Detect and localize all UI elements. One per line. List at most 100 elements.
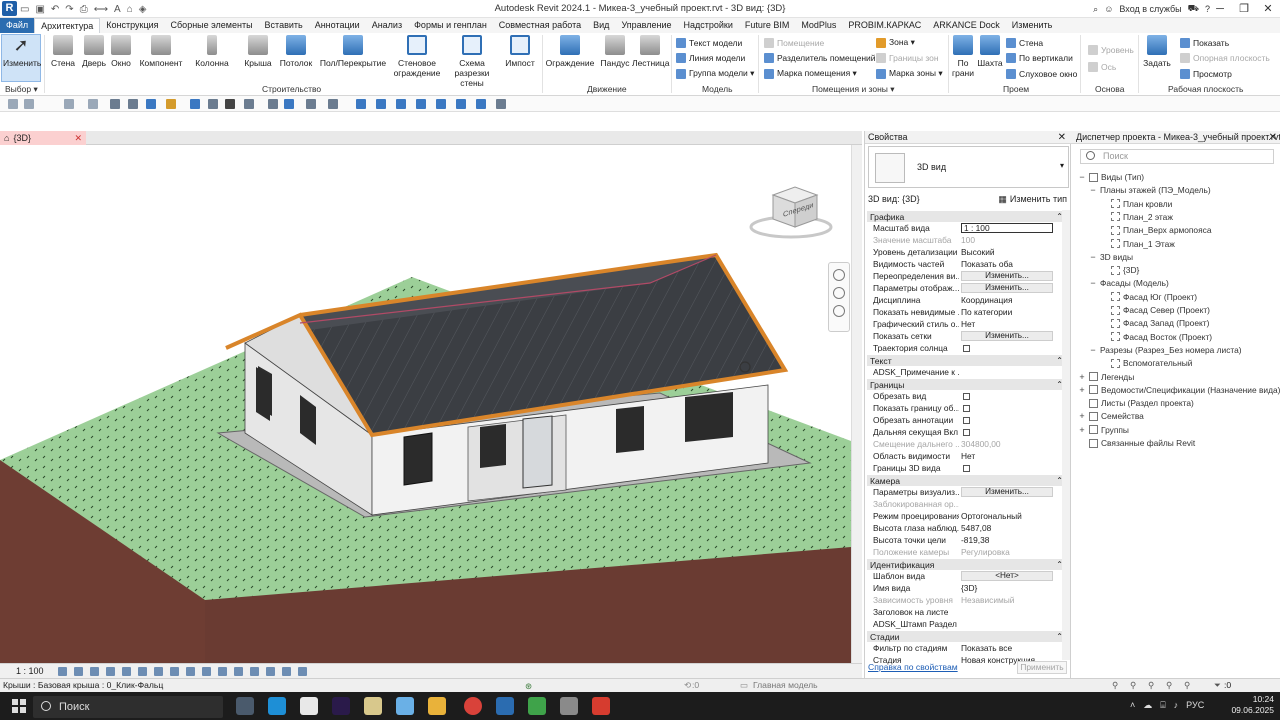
room-tag-button[interactable]: Марка помещения ▾ bbox=[764, 67, 857, 80]
show-workplane-button[interactable]: Показать bbox=[1180, 36, 1229, 49]
tray-lang[interactable]: РУС bbox=[1186, 700, 1204, 711]
login-button[interactable]: Вход в службы bbox=[1119, 4, 1181, 14]
area-button[interactable]: Зона ▾ bbox=[876, 36, 915, 49]
dimension-tool-icon[interactable] bbox=[166, 99, 176, 109]
properties-scrollbar[interactable] bbox=[1062, 210, 1070, 660]
print-tool-icon[interactable] bbox=[110, 99, 120, 109]
pan-icon[interactable] bbox=[833, 287, 845, 299]
properties-section[interactable]: Камера ⌃ bbox=[867, 474, 1067, 486]
ref-plane-button[interactable]: Опорная плоскость bbox=[1180, 51, 1270, 64]
stair-button[interactable]: Лестница bbox=[632, 35, 670, 68]
browser-node[interactable]: + Группы bbox=[1078, 424, 1129, 436]
browser-node[interactable]: Листы (Раздел проекта) bbox=[1078, 397, 1194, 409]
tray-chevron-icon[interactable]: ˄ bbox=[1130, 700, 1135, 711]
property-value[interactable]: Высокий bbox=[961, 246, 1053, 258]
by-face-button[interactable]: По грани bbox=[950, 35, 976, 78]
close-icon[interactable]: ✕ bbox=[1256, 0, 1280, 18]
tray-cloud-icon[interactable]: ☁ bbox=[1143, 700, 1152, 711]
taskbar-app-revit-icon[interactable] bbox=[496, 697, 514, 715]
collapse-icon[interactable]: − bbox=[1089, 277, 1097, 289]
print-icon[interactable]: ⎙ bbox=[80, 4, 88, 15]
viewport-scrollbar[interactable] bbox=[851, 145, 862, 663]
array-tool-icon[interactable] bbox=[476, 99, 486, 109]
tab-file[interactable]: Файл bbox=[0, 18, 35, 33]
set-workplane-button[interactable]: Задать bbox=[1142, 35, 1172, 68]
property-value[interactable]: 5487,08 bbox=[961, 522, 1053, 534]
window-button[interactable]: Окно bbox=[108, 35, 134, 68]
default-3d-icon[interactable] bbox=[244, 99, 254, 109]
tab-modify[interactable]: Изменить bbox=[1006, 18, 1059, 33]
wall-button[interactable]: Стена bbox=[48, 35, 78, 68]
vertical-opening-button[interactable]: По вертикали bbox=[1006, 51, 1073, 64]
browser-node[interactable]: + Легенды bbox=[1078, 371, 1134, 383]
tab-arkance[interactable]: ARKANCE Dock bbox=[927, 18, 1006, 33]
maximize-icon[interactable]: ❐ bbox=[1232, 0, 1256, 18]
browser-close-icon[interactable]: ✕ bbox=[1269, 131, 1277, 144]
curtain-grid-button[interactable]: Схема разрезки стены bbox=[442, 35, 502, 88]
tab-view[interactable]: Вид bbox=[587, 18, 615, 33]
taskbar-app-t-icon[interactable] bbox=[300, 697, 318, 715]
browser-node[interactable]: План кровли bbox=[1100, 198, 1172, 210]
browser-search-input[interactable]: Поиск bbox=[1080, 149, 1274, 164]
property-value[interactable]: Ортогональный bbox=[961, 510, 1053, 522]
mirror-tool-icon[interactable] bbox=[456, 99, 466, 109]
measure-icon[interactable]: ⟷ bbox=[94, 4, 108, 15]
text-tool-icon[interactable] bbox=[225, 99, 235, 109]
view-scale[interactable]: 1 : 100 bbox=[16, 666, 44, 676]
properties-section[interactable]: Текст ⌃ bbox=[867, 354, 1067, 366]
drag-elements-icon[interactable]: ⚲ bbox=[1184, 679, 1190, 692]
3d-icon[interactable]: ⌂ bbox=[127, 4, 133, 15]
user-icon[interactable]: ☺ bbox=[1104, 4, 1113, 14]
select-pinned-icon[interactable] bbox=[64, 99, 74, 109]
properties-close-icon[interactable]: ✕ bbox=[1058, 131, 1066, 144]
collapse-icon[interactable]: − bbox=[1089, 344, 1097, 356]
expand-icon[interactable]: + bbox=[1078, 384, 1086, 396]
move-tool-icon[interactable] bbox=[396, 99, 406, 109]
save-icon[interactable]: ▣ bbox=[35, 4, 44, 15]
taskbar-app-camtasia-icon[interactable] bbox=[528, 697, 546, 715]
browser-node[interactable]: План_1 Этаж bbox=[1100, 238, 1175, 250]
tab-massing[interactable]: Формы и генплан bbox=[408, 18, 493, 33]
roof-button[interactable]: Крыша bbox=[242, 35, 274, 68]
expand-icon[interactable]: + bbox=[1078, 371, 1086, 383]
property-value[interactable]: Независимый bbox=[961, 594, 1053, 606]
properties-section[interactable]: Границы ⌃ bbox=[867, 378, 1067, 390]
property-edit-button[interactable]: Изменить... bbox=[961, 283, 1053, 293]
temporary-hide-icon[interactable] bbox=[186, 667, 195, 676]
property-checkbox[interactable] bbox=[963, 465, 970, 472]
select-pinned-status-icon[interactable]: ⚲ bbox=[1148, 679, 1154, 692]
model-group-button[interactable]: Группа модели ▾ bbox=[676, 67, 754, 80]
unlock-3d-icon[interactable] bbox=[170, 667, 179, 676]
properties-section[interactable]: Графика ⌃ bbox=[867, 210, 1067, 222]
constraints-icon[interactable] bbox=[250, 667, 259, 676]
show-crop-icon[interactable] bbox=[154, 667, 163, 676]
collapse-icon[interactable]: − bbox=[1089, 184, 1097, 196]
column-button[interactable]: Колонна bbox=[194, 35, 230, 68]
properties-section[interactable]: Стадии ⌃ bbox=[867, 630, 1067, 642]
instance-selector[interactable]: 3D вид: {3D} ▦ Изменить тип bbox=[868, 192, 1069, 206]
browser-node[interactable]: Вспомогательный bbox=[1100, 357, 1192, 369]
property-value[interactable]: 304800,00 bbox=[961, 438, 1053, 450]
tab-modplus[interactable]: ModPlus bbox=[795, 18, 842, 33]
copy-tool-icon[interactable] bbox=[416, 99, 426, 109]
tab-future-bim[interactable]: Future BIM bbox=[739, 18, 796, 33]
spot-tool-icon[interactable] bbox=[208, 99, 218, 109]
revit-logo[interactable]: R bbox=[2, 1, 17, 16]
tab-structure[interactable]: Конструкция bbox=[100, 18, 164, 33]
tab-probim[interactable]: PROBIM.КАРКАС bbox=[842, 18, 927, 33]
ramp-button[interactable]: Пандус bbox=[600, 35, 630, 68]
text-icon[interactable]: A bbox=[114, 4, 121, 15]
select-links-status-icon[interactable]: ⚲ bbox=[1112, 679, 1118, 692]
tab-addins[interactable]: Надстройки bbox=[678, 18, 739, 33]
room-button[interactable]: Помещение bbox=[764, 36, 824, 49]
browser-node[interactable]: Фасад Север (Проект) bbox=[1100, 304, 1210, 316]
navigation-bar[interactable] bbox=[828, 262, 850, 332]
area-boundary-button[interactable]: Границы зон bbox=[876, 51, 939, 64]
windows-start-icon[interactable] bbox=[12, 699, 26, 713]
crop-view-icon[interactable] bbox=[138, 667, 147, 676]
3d-viewport[interactable] bbox=[0, 145, 851, 663]
property-value[interactable]: Показать оба bbox=[961, 258, 1053, 270]
minimize-icon[interactable]: ─ bbox=[1208, 0, 1232, 18]
select-underlay-status-icon[interactable]: ⚲ bbox=[1130, 679, 1136, 692]
shadows-icon[interactable] bbox=[106, 667, 115, 676]
